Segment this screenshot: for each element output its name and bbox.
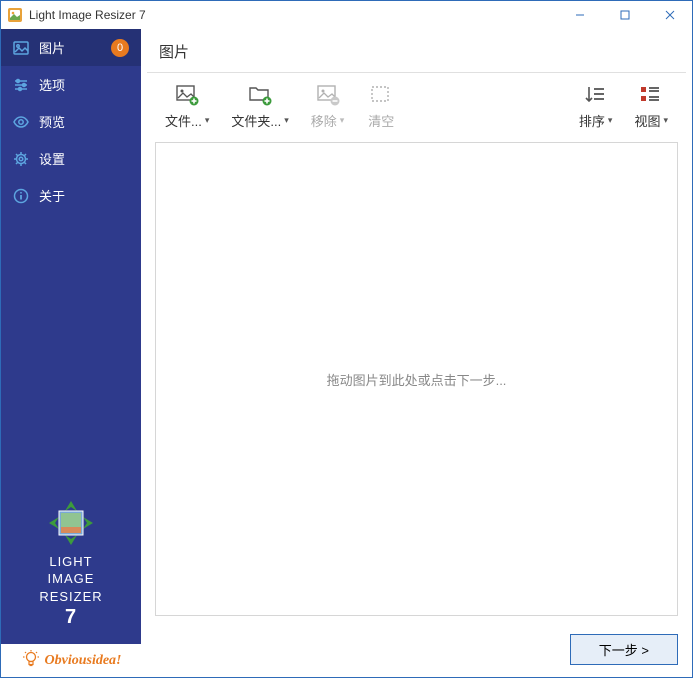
clear-icon [369, 83, 393, 107]
sort-button[interactable]: 排序▾ [569, 79, 623, 134]
remove-file-icon [316, 83, 340, 107]
window-title: Light Image Resizer 7 [29, 8, 557, 22]
add-folder-icon [248, 83, 272, 107]
chevron-down-icon: ▾ [284, 115, 289, 126]
sidebar-item-images[interactable]: 图片 0 [1, 29, 141, 66]
toolbar-label: 移除 [311, 111, 337, 130]
eye-icon [13, 114, 29, 130]
sidebar-item-label: 预览 [39, 112, 129, 131]
add-files-button[interactable]: 文件...▾ [155, 79, 219, 134]
sidebar-item-label: 关于 [39, 186, 129, 205]
sliders-icon [13, 77, 29, 93]
logo-text: LIGHT IMAGE RESIZER 7 [39, 553, 102, 631]
minimize-button[interactable] [557, 1, 602, 29]
drop-placeholder-text: 拖动图片到此处或点击下一步... [327, 370, 507, 389]
add-folders-button[interactable]: 文件夹...▾ [221, 79, 298, 134]
sidebar-item-label: 图片 [39, 38, 101, 57]
remove-button[interactable]: 移除▾ [301, 79, 355, 134]
chevron-down-icon: ▾ [340, 115, 345, 126]
maximize-button[interactable] [602, 1, 647, 29]
app-icon [7, 7, 23, 23]
content: 图片 文件...▾ 文件夹...▾ 移除▾ 清空 排序▾ [141, 29, 692, 677]
obviousidea-link[interactable]: Obviousidea! [1, 644, 141, 677]
sidebar-item-options[interactable]: 选项 [1, 66, 141, 103]
chevron-down-icon: ▾ [663, 115, 668, 126]
toolbar-label: 清空 [368, 111, 394, 130]
toolbar-label: 文件... [165, 111, 202, 130]
sidebar-item-settings[interactable]: 设置 [1, 140, 141, 177]
sidebar-item-preview[interactable]: 预览 [1, 103, 141, 140]
obviousidea-label: Obviousidea! [45, 653, 122, 669]
sidebar-item-label: 设置 [39, 149, 129, 168]
image-icon [13, 40, 29, 56]
sidebar: 图片 0 选项 预览 设置 关于 LIGHT IMAGE [1, 29, 141, 677]
image-count-badge: 0 [111, 39, 129, 57]
chevron-down-icon: ▾ [608, 115, 613, 126]
window-controls [557, 1, 692, 29]
lightbulb-icon [21, 649, 41, 672]
toolbar-label: 文件夹... [231, 111, 281, 130]
toolbar-label: 视图 [634, 111, 660, 130]
sidebar-item-label: 选项 [39, 75, 129, 94]
next-button[interactable]: 下一步 > [570, 634, 678, 665]
add-file-icon [175, 83, 199, 107]
footer: 下一步 > [141, 626, 692, 677]
sidebar-item-about[interactable]: 关于 [1, 177, 141, 214]
view-icon [639, 83, 663, 107]
titlebar: Light Image Resizer 7 [1, 1, 692, 29]
view-button[interactable]: 视图▾ [624, 79, 678, 134]
drop-area[interactable]: 拖动图片到此处或点击下一步... [155, 142, 678, 616]
close-button[interactable] [647, 1, 692, 29]
gear-icon [13, 151, 29, 167]
clear-button[interactable]: 清空 [356, 79, 406, 134]
toolbar-label: 排序 [579, 111, 605, 130]
page-title: 图片 [141, 29, 692, 72]
sort-icon [584, 83, 608, 107]
info-icon [13, 188, 29, 204]
toolbar: 文件...▾ 文件夹...▾ 移除▾ 清空 排序▾ 视图▾ [141, 73, 692, 136]
chevron-down-icon: ▾ [205, 115, 210, 126]
app-logo: LIGHT IMAGE RESIZER 7 [1, 489, 141, 645]
logo-icon [47, 499, 95, 547]
